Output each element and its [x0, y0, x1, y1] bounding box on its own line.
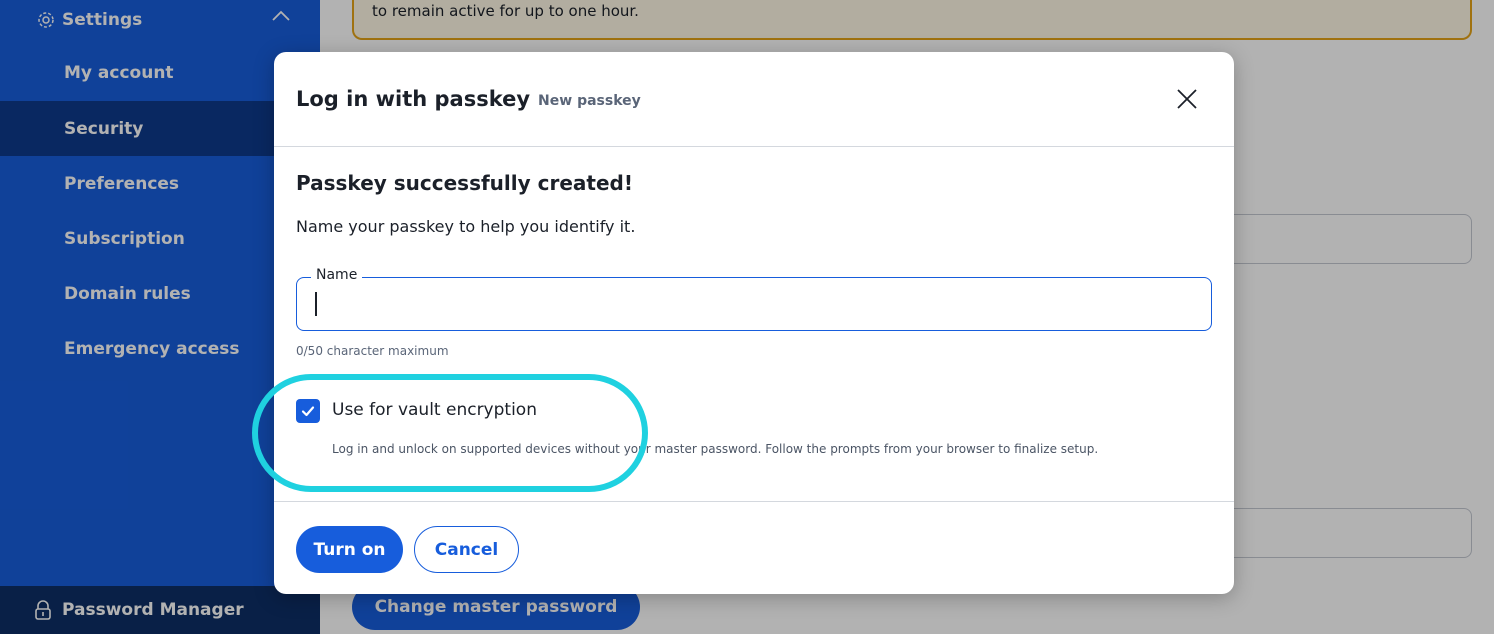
dialog-description: Name your passkey to help you identify i…	[296, 217, 636, 236]
vault-encryption-help: Log in and unlock on supported devices w…	[332, 442, 1099, 456]
dialog-header: Log in with passkey New passkey	[274, 52, 1234, 147]
text-caret	[315, 292, 317, 316]
passkey-dialog: Log in with passkey New passkey Passkey …	[274, 52, 1234, 594]
character-count-hint: 0/50 character maximum	[296, 344, 449, 358]
name-field[interactable]: Name	[296, 267, 1212, 331]
success-heading: Passkey successfully created!	[296, 171, 633, 195]
vault-encryption-checkbox[interactable]	[296, 399, 320, 423]
dialog-subtitle: New passkey	[538, 93, 641, 109]
turn-on-button[interactable]: Turn on	[296, 526, 403, 573]
dialog-title: Log in with passkey	[296, 87, 531, 111]
vault-encryption-label[interactable]: Use for vault encryption	[332, 400, 537, 420]
cancel-button[interactable]: Cancel	[414, 526, 519, 573]
name-input[interactable]	[309, 290, 1189, 318]
checkmark-icon	[301, 406, 315, 417]
dialog-footer: Turn on Cancel	[274, 501, 1234, 594]
close-icon[interactable]	[1172, 84, 1202, 114]
name-field-label: Name	[311, 267, 363, 283]
